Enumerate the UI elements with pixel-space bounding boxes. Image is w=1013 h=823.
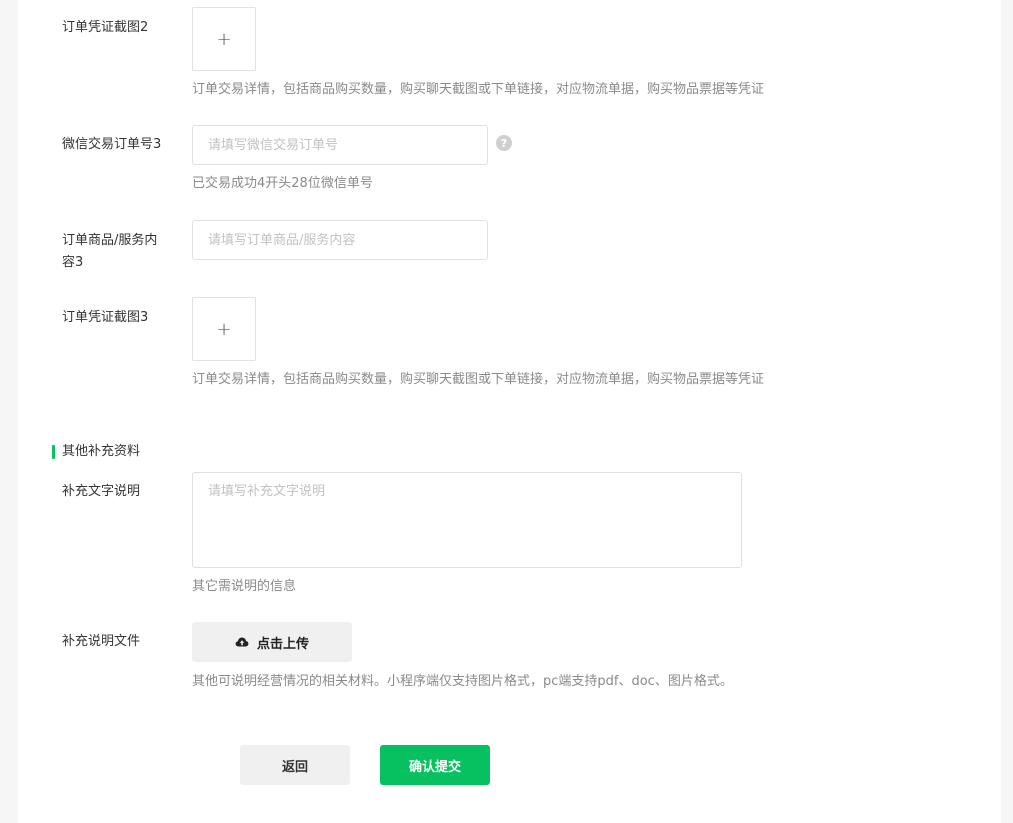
upload-file-button[interactable]: 点击上传 (192, 622, 352, 662)
file-label: 补充说明文件 (62, 634, 141, 649)
help-icon[interactable]: ? (496, 135, 512, 151)
goods3-label-line1: 订单商品/服务内 (62, 233, 158, 248)
screenshot3-hint: 订单交易详情，包括商品购买数量，购买聊天截图或下单链接，对应物流单据，购买物品票… (192, 372, 765, 387)
cloud-upload-icon (235, 637, 249, 647)
file-hint: 其他可说明经营情况的相关材料。小程序端仅支持图片格式，pc端支持pdf、doc、… (192, 674, 733, 689)
section-accent-bar (52, 445, 55, 459)
wechat-order3-input[interactable] (192, 125, 488, 165)
text-desc-textarea[interactable] (192, 472, 742, 568)
goods3-input[interactable] (192, 220, 488, 260)
screenshot2-upload[interactable]: + (192, 7, 256, 71)
screenshot3-label: 订单凭证截图3 (62, 310, 149, 325)
wechat-order3-hint: 已交易成功4开头28位微信单号 (192, 176, 373, 191)
screenshot2-hint: 订单交易详情，包括商品购买数量，购买聊天截图或下单链接，对应物流单据，购买物品票… (192, 82, 765, 97)
upload-button-label: 点击上传 (256, 636, 309, 652)
form-card (18, 0, 1001, 823)
plus-icon: + (216, 318, 232, 340)
goods3-label-line2: 容3 (62, 255, 84, 270)
text-desc-hint: 其它需说明的信息 (192, 579, 297, 594)
submit-button[interactable]: 确认提交 (380, 745, 490, 785)
wechat-order3-label: 微信交易订单号3 (62, 137, 162, 152)
screenshot3-upload[interactable]: + (192, 297, 256, 361)
section-title: 其他补充资料 (62, 444, 141, 459)
text-desc-label: 补充文字说明 (62, 484, 141, 499)
screenshot2-label: 订单凭证截图2 (62, 20, 149, 35)
plus-icon: + (216, 28, 232, 50)
back-button[interactable]: 返回 (240, 745, 350, 785)
